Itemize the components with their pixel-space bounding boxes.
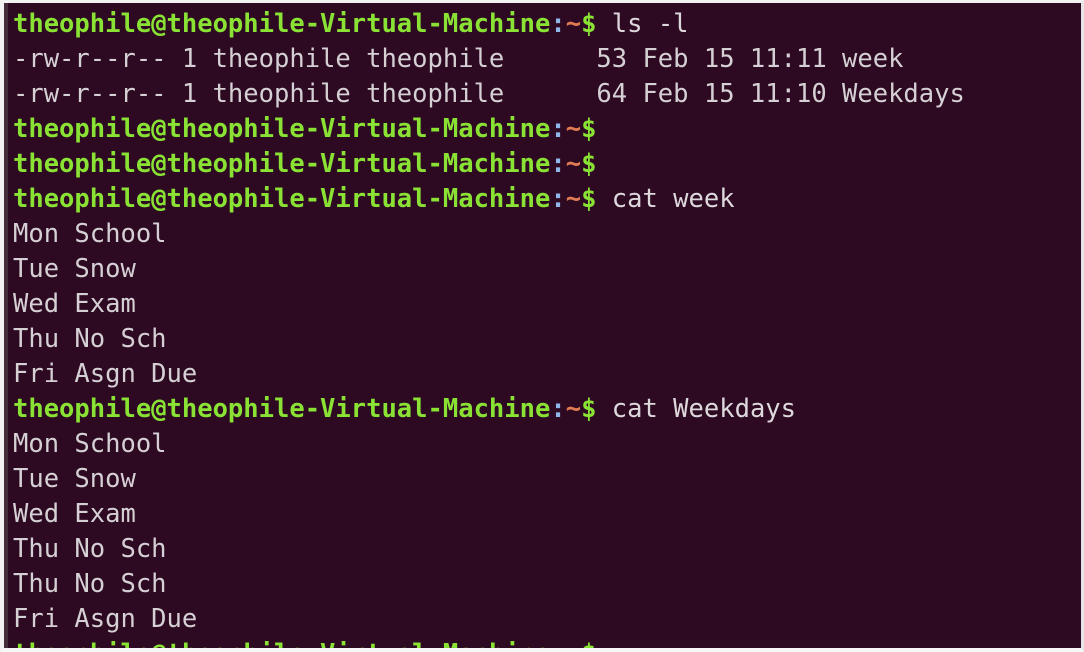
prompt-colon: : xyxy=(550,114,566,144)
terminal-prompt-line: theophile@theophile-Virtual-Machine:~$ l… xyxy=(13,7,1081,42)
terminal-command: cat Weekdays xyxy=(596,394,797,424)
terminal-output-line: Wed Exam xyxy=(13,497,1081,532)
prompt-colon: : xyxy=(550,394,566,424)
terminal-output-line: -rw-r--r-- 1 theophile theophile 64 Feb … xyxy=(13,77,1081,112)
prompt-path: ~ xyxy=(566,639,581,648)
prompt-path: ~ xyxy=(565,394,582,424)
terminal-output-line: Thu No Sch xyxy=(13,567,1081,602)
terminal-command: ls -l xyxy=(596,9,689,39)
prompt-path: ~ xyxy=(565,114,582,144)
prompt-user-host: theophile@theophile-Virtual-Machine xyxy=(13,114,551,144)
terminal-output-line: Wed Exam xyxy=(13,287,1081,322)
prompt-symbol: $ xyxy=(581,114,597,144)
terminal-output-line: Mon School xyxy=(13,427,1081,462)
terminal-output-line: Tue Snow xyxy=(13,462,1081,497)
terminal-output-text: Fri Asgn Due xyxy=(13,359,198,389)
prompt-user-host: theophile@theophile-Virtual-Machine xyxy=(13,639,550,648)
terminal-output-line: Mon School xyxy=(13,217,1081,252)
terminal-prompt-line: theophile@theophile-Virtual-Machine:~$ xyxy=(13,112,1081,147)
prompt-symbol: $ xyxy=(581,394,597,424)
terminal-prompt-line: theophile@theophile-Virtual-Machine:~$ xyxy=(13,147,1081,182)
terminal-output-text: Tue Snow xyxy=(13,254,136,284)
terminal-output-text: Fri Asgn Due xyxy=(13,604,198,634)
terminal-screen[interactable]: theophile@theophile-Virtual-Machine:~$ l… xyxy=(8,3,1081,648)
terminal-output-text: Thu No Sch xyxy=(13,324,167,354)
prompt-colon: : xyxy=(550,9,566,39)
prompt-user-host: theophile@theophile-Virtual-Machine xyxy=(13,149,551,179)
prompt-user-host: theophile@theophile-Virtual-Machine xyxy=(13,184,551,214)
prompt-user-host: theophile@theophile-Virtual-Machine xyxy=(13,394,551,424)
terminal-output-text: Tue Snow xyxy=(13,464,136,494)
prompt-path: ~ xyxy=(565,9,582,39)
terminal-output-text: Thu No Sch xyxy=(13,569,167,599)
terminal-prompt-line: theophile@theophile-Virtual-Machine:~$ xyxy=(13,637,1081,648)
prompt-symbol: $ xyxy=(581,184,597,214)
terminal-output-line: Fri Asgn Due xyxy=(13,602,1081,637)
terminal-output-line: Thu No Sch xyxy=(13,532,1081,567)
prompt-symbol: $ xyxy=(581,9,597,39)
terminal-prompt-line: theophile@theophile-Virtual-Machine:~$ c… xyxy=(13,392,1081,427)
prompt-path: ~ xyxy=(565,149,582,179)
prompt-colon: : xyxy=(550,149,566,179)
terminal-output-text: Thu No Sch xyxy=(13,534,167,564)
terminal-output-line: Tue Snow xyxy=(13,252,1081,287)
terminal-output-text: Wed Exam xyxy=(13,289,136,319)
terminal-output-text: Mon School xyxy=(13,219,167,249)
prompt-colon: : xyxy=(550,184,566,214)
prompt-colon: : xyxy=(550,639,565,648)
terminal-output-line: Thu No Sch xyxy=(13,322,1081,357)
prompt-symbol: $ xyxy=(581,149,597,179)
prompt-path: ~ xyxy=(565,184,582,214)
terminal-command: cat week xyxy=(596,184,735,214)
terminal-window[interactable]: theophile@theophile-Virtual-Machine:~$ l… xyxy=(0,0,1084,652)
terminal-output-text: Wed Exam xyxy=(13,499,136,529)
terminal-prompt-line: theophile@theophile-Virtual-Machine:~$ c… xyxy=(13,182,1081,217)
prompt-user-host: theophile@theophile-Virtual-Machine xyxy=(13,9,551,39)
prompt-symbol: $ xyxy=(581,639,596,648)
terminal-output-line: -rw-r--r-- 1 theophile theophile 53 Feb … xyxy=(13,42,1081,77)
terminal-output-line: Fri Asgn Due xyxy=(13,357,1081,392)
terminal-output-text: -rw-r--r-- 1 theophile theophile 64 Feb … xyxy=(13,79,965,109)
terminal-output-text: Mon School xyxy=(13,429,167,459)
terminal-output-text: -rw-r--r-- 1 theophile theophile 53 Feb … xyxy=(13,44,904,74)
